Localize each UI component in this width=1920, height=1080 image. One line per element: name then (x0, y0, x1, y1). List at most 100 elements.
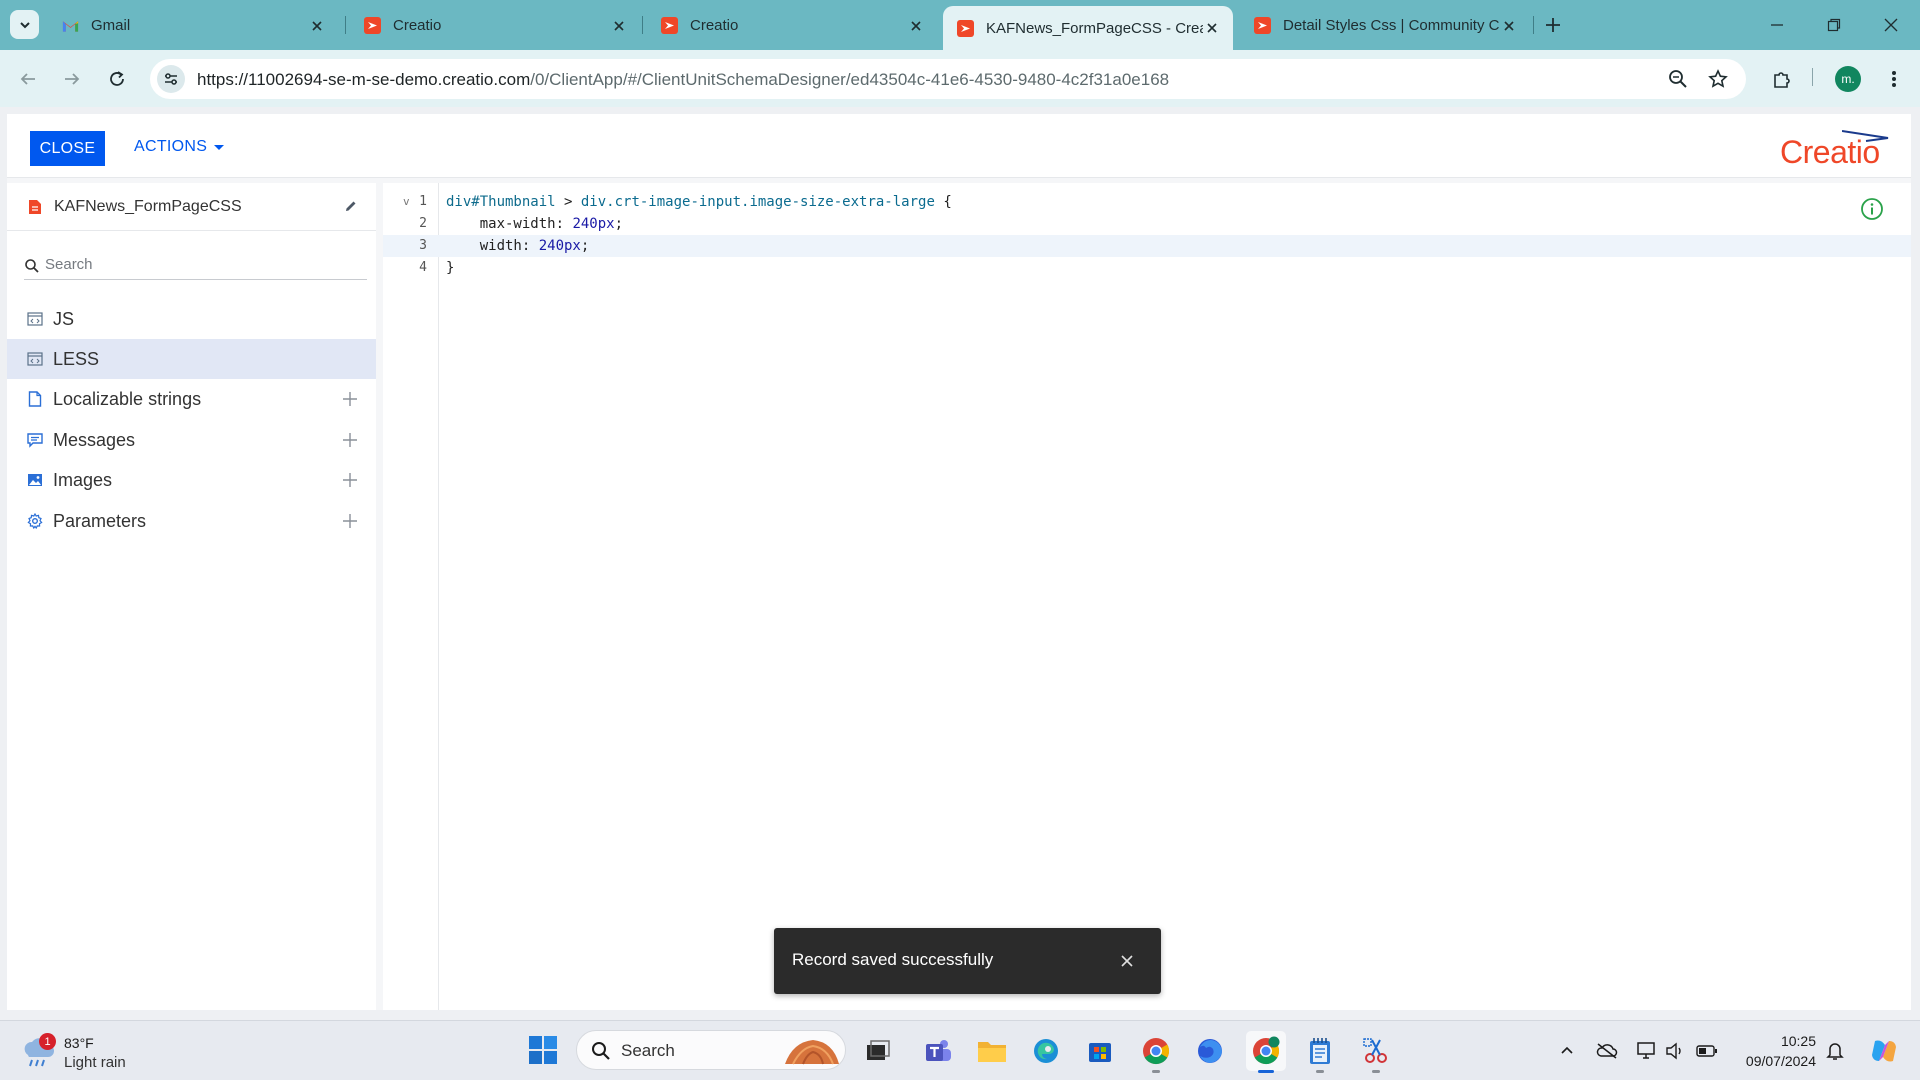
code-brace: { (934, 194, 952, 210)
creatio-favicon-icon (957, 19, 974, 37)
task-view-app[interactable] (858, 1031, 898, 1071)
code-line-current[interactable]: 3 width: 240px; (383, 235, 1911, 257)
sidebar-item-parameters[interactable]: Parameters (7, 501, 376, 541)
sidebar-item-less[interactable]: LESS (7, 339, 376, 379)
windows-start-icon[interactable] (528, 1035, 558, 1065)
tab-title: Detail Styles Css | Community C (1283, 17, 1500, 34)
reload-icon (110, 71, 124, 86)
url-text[interactable]: https://11002694-se-m-se-demo.creatio.co… (197, 70, 1169, 90)
schema-file-icon (26, 198, 44, 216)
battery-tray[interactable] (1694, 1038, 1720, 1064)
copilot-icon (1872, 1040, 1896, 1062)
new-tab-button[interactable] (1541, 13, 1565, 37)
creatio-logo: Creatio (1780, 128, 1900, 170)
settings-icon (26, 512, 44, 530)
code-line[interactable]: 4 } (383, 257, 1911, 279)
chrome-app-1[interactable] (1136, 1031, 1176, 1073)
add-icon[interactable] (340, 389, 360, 409)
zoom-button[interactable] (1666, 67, 1690, 91)
tab-detail-styles[interactable]: Detail Styles Css | Community C (1240, 7, 1530, 44)
firefox-icon (1198, 1039, 1222, 1063)
tab-kafnews-active[interactable]: KAFNews_FormPageCSS - Creat (943, 6, 1233, 50)
window-close-button[interactable] (1878, 12, 1904, 38)
address-bar[interactable]: https://11002694-se-m-se-demo.creatio.co… (150, 59, 1746, 99)
code-text: max-width: 240px; (446, 213, 623, 235)
code-text: width: 240px; (446, 235, 590, 257)
weather-widget[interactable]: 1 83°F Light rain (20, 1029, 150, 1073)
close-icon[interactable] (1203, 19, 1221, 37)
store-icon (1089, 1043, 1111, 1062)
tab-title: Creatio (690, 17, 739, 34)
close-button[interactable]: CLOSE (30, 131, 105, 166)
add-icon[interactable] (340, 430, 360, 450)
forward-button[interactable] (57, 64, 87, 94)
site-info-button[interactable] (157, 65, 185, 93)
snipping-tool-app[interactable] (1356, 1031, 1396, 1073)
restore-button[interactable] (1821, 12, 1847, 38)
caret-down-icon (214, 144, 225, 150)
tab-gmail[interactable]: Gmail (48, 7, 338, 44)
chevron-up-icon (1561, 1046, 1573, 1054)
tab-creatio-1[interactable]: Creatio (350, 7, 640, 44)
sidebar-item-images[interactable]: Images (7, 460, 376, 500)
info-icon[interactable] (1860, 197, 1884, 221)
minimize-button[interactable] (1764, 12, 1790, 38)
message-icon (26, 431, 44, 449)
taskbar-search[interactable]: Search (576, 1030, 846, 1070)
tab-creatio-2[interactable]: Creatio (647, 7, 937, 44)
edge-icon (1034, 1039, 1058, 1063)
zoom-icon (1669, 70, 1687, 88)
sidebar-item-localizable-strings[interactable]: Localizable strings (7, 379, 376, 419)
browser-toolbar: https://11002694-se-m-se-demo.creatio.co… (0, 50, 1920, 107)
network-icon (1637, 1042, 1655, 1059)
arrow-right-icon (65, 73, 80, 85)
show-hidden-icons-button[interactable] (1554, 1038, 1580, 1064)
close-icon[interactable] (308, 17, 326, 35)
toolbar-separator (1812, 68, 1813, 86)
volume-tray[interactable] (1662, 1038, 1688, 1064)
notepad-app[interactable] (1300, 1031, 1340, 1073)
schema-title-row: KAFNews_FormPageCSS (7, 183, 376, 231)
tab-search-button[interactable] (10, 10, 39, 39)
line-number-gutter (383, 183, 439, 1010)
add-icon[interactable] (340, 511, 360, 531)
back-button[interactable] (13, 64, 43, 94)
notifications-tray[interactable] (1822, 1038, 1848, 1064)
bookmark-button[interactable] (1706, 67, 1730, 91)
sidebar-search[interactable] (24, 255, 367, 280)
onedrive-tray[interactable] (1594, 1038, 1620, 1064)
sidebar-item-label: Images (53, 469, 113, 490)
actions-dropdown[interactable]: ACTIONS (134, 138, 225, 156)
search-input[interactable] (45, 256, 345, 273)
code-editor[interactable]: v 1 div#Thumbnail > div.crt-image-input.… (383, 183, 1911, 1010)
browser-tab-strip: Gmail Creatio Creatio KAFNews_FormPageCS… (0, 0, 1920, 50)
file-explorer-app[interactable] (972, 1031, 1012, 1071)
store-app[interactable] (1080, 1031, 1120, 1071)
close-icon[interactable] (1500, 17, 1518, 35)
taskbar-clock[interactable]: 10:25 09/07/2024 (1730, 1031, 1816, 1071)
battery-icon (1696, 1045, 1717, 1057)
chrome-app-active[interactable] (1246, 1031, 1286, 1073)
menu-button[interactable] (1879, 64, 1909, 94)
profile-avatar[interactable]: m. (1835, 66, 1861, 92)
teams-app[interactable] (918, 1031, 958, 1071)
reload-button[interactable] (102, 64, 132, 94)
search-icon (25, 259, 39, 273)
copilot-tray[interactable] (1866, 1038, 1902, 1064)
add-icon[interactable] (340, 470, 360, 490)
sidebar-item-js[interactable]: JS (7, 299, 376, 339)
edge-app[interactable] (1026, 1031, 1066, 1071)
code-selector: div.crt-image-input.image-size-extra-lar… (580, 194, 935, 210)
close-icon[interactable] (907, 17, 925, 35)
star-icon (1708, 69, 1728, 88)
firefox-app[interactable] (1190, 1031, 1230, 1071)
pencil-icon[interactable] (342, 197, 360, 215)
sidebar-item-messages[interactable]: Messages (7, 420, 376, 460)
actions-label: ACTIONS (134, 138, 208, 155)
extensions-button[interactable] (1767, 64, 1797, 94)
network-tray[interactable] (1634, 1038, 1660, 1064)
code-line[interactable]: 2 max-width: 240px; (383, 213, 1911, 235)
close-icon[interactable] (610, 17, 628, 35)
close-icon[interactable] (1116, 950, 1138, 972)
code-line[interactable]: v 1 div#Thumbnail > div.crt-image-input.… (383, 191, 1911, 213)
